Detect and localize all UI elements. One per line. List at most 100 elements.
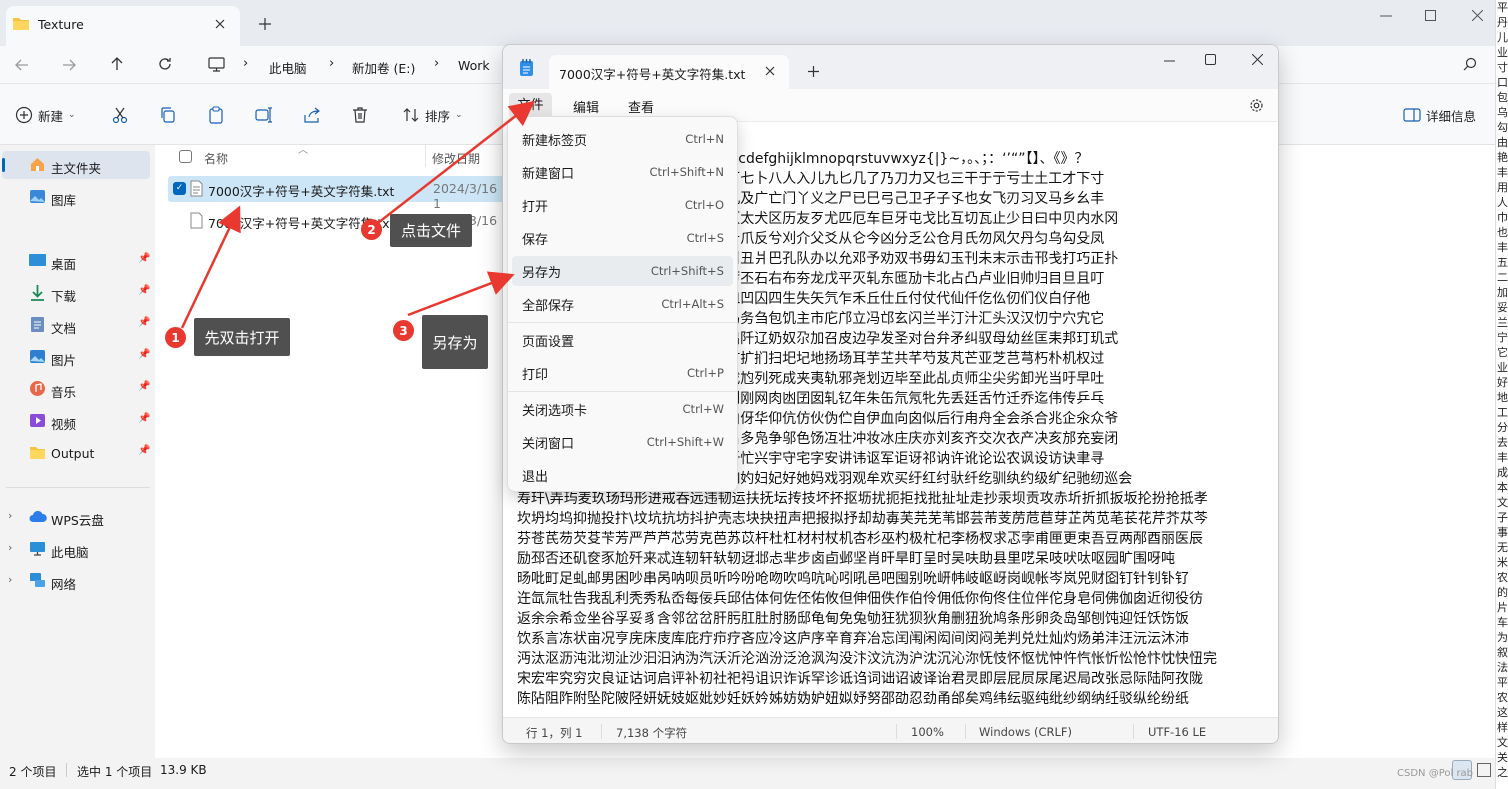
settings-gear-icon[interactable] [1249,98,1264,113]
forward-icon[interactable] [61,57,77,73]
item-count: 2 个项目 [9,765,57,779]
menu-item-close-tab[interactable]: 关闭选项卡 Ctrl+W [512,394,733,424]
refresh-icon[interactable] [157,56,173,72]
plus-circle-icon [15,106,33,124]
menu-item-label: 页面设置 [522,334,575,350]
menu-item-exit[interactable]: 退出 [512,460,733,490]
computer-icon [208,57,225,72]
sidebar-item-music[interactable]: 音乐 📌 [2,375,154,403]
paste-icon[interactable] [207,106,225,124]
sidebar-item-label: 文档 [51,321,77,336]
copy-icon[interactable] [159,106,177,124]
breadcrumb-work[interactable]: Work [458,58,490,73]
menu-item-shortcut: Ctrl+S [686,231,724,245]
strip-char: 丰 [1497,241,1508,254]
strip-char: 农 [1497,691,1508,704]
pin-icon[interactable]: 📌 [138,413,150,424]
new-tab-icon[interactable] [259,18,271,30]
pin-icon[interactable]: 📌 [138,317,150,328]
close-window-icon[interactable] [1252,54,1263,65]
notepad-tab[interactable]: 7000汉字+符号+英文字符集.txt [549,55,789,89]
strip-char: 米 [1497,556,1508,569]
pin-icon[interactable]: 📌 [138,381,150,392]
menu-item-page-setup[interactable]: 页面设置 [512,325,733,355]
strip-char: 它 [1497,346,1508,359]
details-button[interactable]: 详细信息 [1403,100,1476,130]
sidebar-item-this-pc[interactable]: › 此电脑 [2,535,154,563]
expand-chevron-icon[interactable]: › [8,509,12,522]
sidebar-item-downloads[interactable]: 下载 📌 [2,279,154,307]
strip-char: 儿 [1497,31,1508,44]
document-icon [30,316,45,333]
minimize-icon[interactable] [1164,60,1175,62]
strip-char: 妥 [1497,301,1508,314]
column-header-modified[interactable]: 修改日期 [432,150,480,167]
new-tab-icon[interactable] [808,66,819,77]
network-icon [29,572,46,589]
strip-char: 事 [1497,526,1508,539]
sort-indicator-icon: ︿ [298,145,308,156]
strip-char: 乌 [1497,106,1508,119]
up-icon[interactable] [109,56,125,72]
sidebar-item-documents[interactable]: 文档 📌 [2,311,154,339]
sort-button[interactable]: 排序 ⌄ [402,100,463,130]
strip-char: 人 [1497,196,1508,209]
expand-chevron-icon[interactable]: › [8,573,12,586]
column-header-name[interactable]: 名称 [204,150,228,167]
new-button[interactable]: 新建 ⌄ [15,100,76,130]
annotation-badge-2: 2 [361,219,382,240]
minimize-icon[interactable] [1380,15,1392,17]
explorer-tab[interactable]: Texture [6,6,240,46]
strip-char: 寸 [1497,61,1508,74]
sidebar-item-network[interactable]: › 网络 [2,567,154,595]
rename-icon[interactable] [255,106,273,124]
sidebar-item-gallery[interactable]: 图库 [2,183,150,211]
expand-chevron-icon[interactable]: › [8,541,12,554]
menu-item-close-window[interactable]: 关闭窗口 Ctrl+Shift+W [512,427,733,457]
breadcrumb-drive[interactable]: 新加卷 (E:) [352,58,415,77]
menu-item-save-as[interactable]: 另存为 Ctrl+Shift+S [512,256,733,286]
menu-item-save-all[interactable]: 全部保存 Ctrl+Alt+S [512,289,733,319]
breadcrumb-this-pc[interactable]: 此电脑 [269,58,307,77]
menu-item-new-tab[interactable]: 新建标签页 Ctrl+N [512,124,733,154]
menu-edit[interactable]: 编辑 [573,97,599,116]
pin-icon[interactable]: 📌 [138,349,150,360]
back-icon[interactable] [14,57,30,73]
pin-icon[interactable]: 📌 [138,253,150,264]
details-pane-icon [1403,106,1421,124]
close-tab-icon[interactable] [765,66,775,76]
file-row-selected[interactable]: ✓ 7000汉字+符号+英文字符集.txt 2024/3/16 1 [168,176,508,211]
menu-view[interactable]: 查看 [628,97,654,116]
menu-item-new-window[interactable]: 新建窗口 Ctrl+Shift+N [512,157,733,187]
address-field[interactable]: › 此电脑 › 新加卷 (E:) › Work [196,50,496,80]
search-icon[interactable] [1463,57,1477,71]
cut-icon[interactable] [111,106,129,124]
menu-file[interactable]: 文件 [509,93,552,118]
close-icon[interactable] [214,18,226,30]
sidebar-item-wps-cloud[interactable]: › WPS云盘 [2,503,154,531]
tiles-view-icon[interactable] [1477,763,1491,777]
menu-item-print[interactable]: 打印 Ctrl+P [512,358,733,388]
sidebar-item-desktop[interactable]: 桌面 📌 [2,247,154,275]
music-icon [29,380,46,397]
row-checkbox[interactable]: ✓ [173,182,186,195]
menu-item-save[interactable]: 保存 Ctrl+S [512,223,733,253]
sidebar-item-label: 音乐 [51,385,77,400]
pin-icon[interactable]: 📌 [138,445,150,456]
pin-icon[interactable]: 📌 [138,285,150,296]
maximize-icon[interactable] [1205,54,1216,65]
sidebar-item-videos[interactable]: 视频 📌 [2,407,154,435]
sidebar-item-pictures[interactable]: 图片 📌 [2,343,154,371]
strip-char: 丰 [1497,451,1508,464]
select-all-checkbox[interactable] [179,150,192,163]
close-window-icon[interactable] [1472,10,1483,21]
strip-char: 五 [1497,256,1508,269]
share-icon[interactable] [303,106,321,124]
sidebar-item-output[interactable]: Output 📌 [2,439,154,467]
sidebar-item-home[interactable]: 主文件夹 [2,151,150,179]
sidebar-item-label: 图库 [51,193,77,208]
maximize-icon[interactable] [1425,10,1436,21]
annotation-callout-2: 点击文件 [390,214,472,247]
menu-item-open[interactable]: 打开 Ctrl+O [512,190,733,220]
delete-icon[interactable] [351,106,369,124]
